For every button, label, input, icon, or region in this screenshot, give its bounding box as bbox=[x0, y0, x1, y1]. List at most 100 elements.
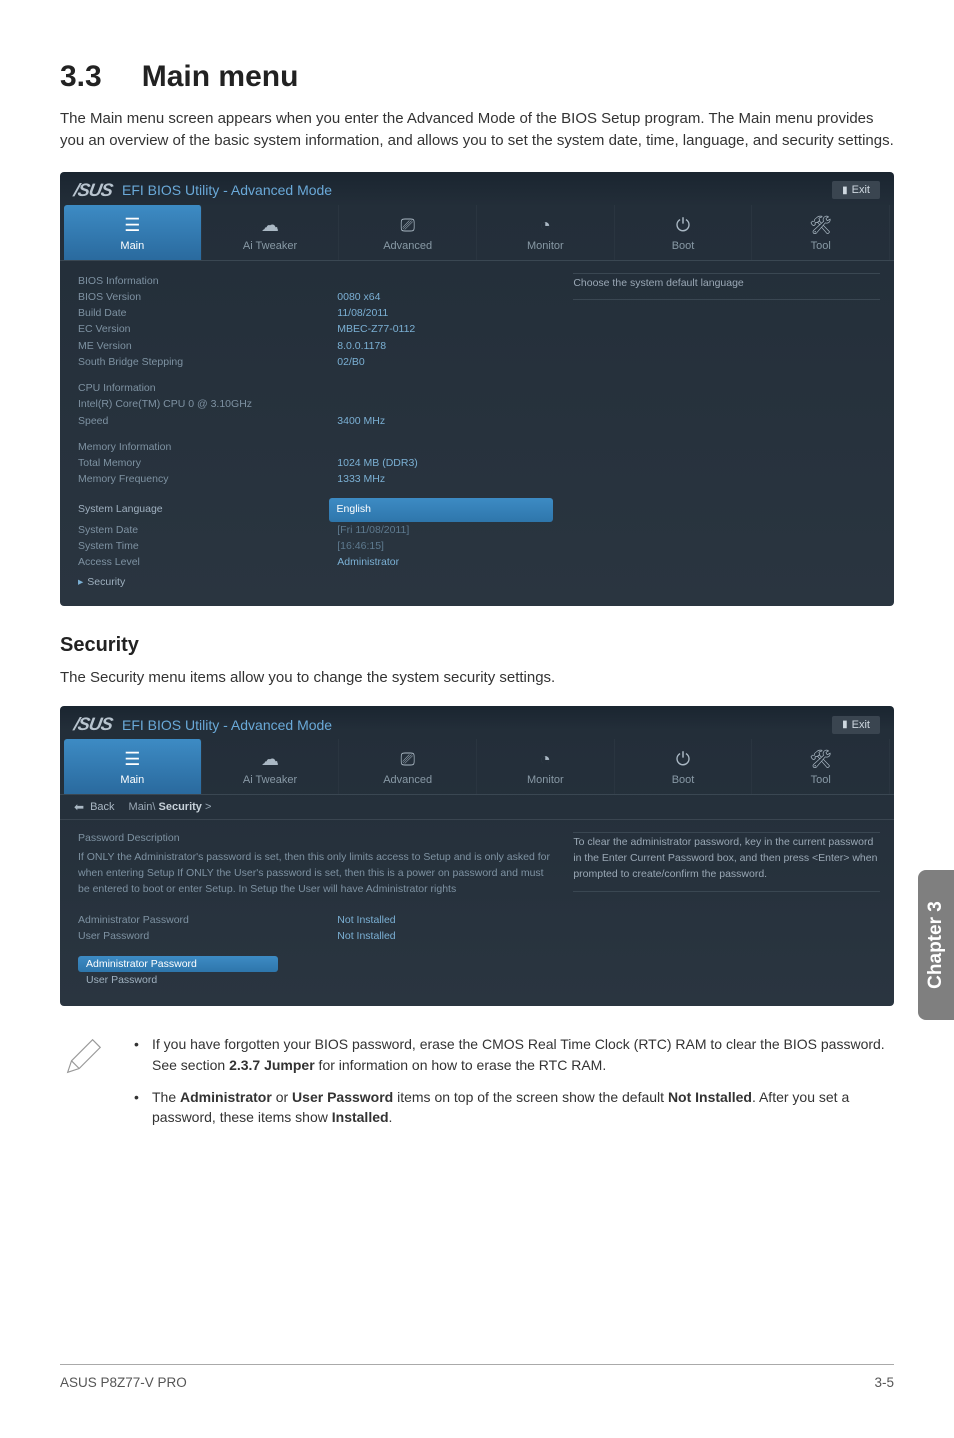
tab-tool[interactable]: 🛠Tool bbox=[752, 739, 890, 794]
bios-version-value: 0080 x64 bbox=[337, 289, 553, 305]
gauge-icon: ◔ bbox=[477, 749, 614, 770]
exit-button[interactable]: ▮ Exit bbox=[832, 181, 880, 199]
tab-label: Tool bbox=[811, 240, 831, 252]
admin-password-label: Administrator Password bbox=[78, 912, 337, 928]
tab-monitor[interactable]: ◔ Monitor bbox=[477, 739, 615, 794]
system-time-label: System Time bbox=[78, 538, 337, 554]
tab-label: Monitor bbox=[527, 774, 564, 786]
section-heading: 3.3 Main menu bbox=[60, 60, 894, 94]
tab-main[interactable]: ☰Main bbox=[64, 739, 202, 794]
total-memory-value: 1024 MB (DDR3) bbox=[337, 455, 553, 471]
note-item: If you have forgotten your BIOS password… bbox=[134, 1034, 894, 1075]
memory-info-group: Memory Information Total Memory1024 MB (… bbox=[78, 439, 553, 488]
page-footer: ASUS P8Z77-V PRO 3-5 bbox=[60, 1364, 894, 1390]
system-language-row[interactable]: System Language English bbox=[78, 498, 553, 522]
chevron-right-icon: ▸ bbox=[78, 576, 83, 588]
chip-icon: ⎚ bbox=[339, 215, 476, 236]
note-item: The Administrator or User Password items… bbox=[134, 1087, 894, 1128]
security-heading: Security bbox=[60, 634, 894, 657]
south-bridge-value: 02/B0 bbox=[337, 354, 553, 370]
crumb-arrow: > bbox=[202, 801, 211, 813]
build-date-value: 11/08/2011 bbox=[337, 305, 553, 321]
tab-label: Boot bbox=[672, 240, 695, 252]
admin-password-value: Not Installed bbox=[337, 912, 553, 928]
build-date-label: Build Date bbox=[78, 305, 337, 321]
memory-freq-label: Memory Frequency bbox=[78, 471, 337, 487]
memory-header: Memory Information bbox=[78, 439, 553, 455]
tab-advanced[interactable]: ⎚Advanced bbox=[339, 739, 477, 794]
tab-label: Ai Tweaker bbox=[243, 774, 297, 786]
note-bold: Installed bbox=[332, 1109, 389, 1125]
security-submenu[interactable]: ▸ Security bbox=[78, 576, 553, 588]
note-text: The bbox=[152, 1089, 180, 1105]
cloud-icon: ☁ bbox=[202, 749, 339, 770]
note-block: If you have forgotten your BIOS password… bbox=[60, 1034, 894, 1139]
cpu-info-group: CPU Information Intel(R) Core(TM) CPU 0 … bbox=[78, 380, 553, 429]
note-text: for information on how to erase the RTC … bbox=[315, 1057, 607, 1073]
note-text: or bbox=[272, 1089, 292, 1105]
bios-security-screenshot: /SUS EFI BIOS Utility - Advanced Mode ▮ … bbox=[60, 706, 894, 1006]
tab-ai-tweaker[interactable]: ☁Ai Tweaker bbox=[202, 205, 340, 260]
total-memory-label: Total Memory bbox=[78, 455, 337, 471]
note-bold: User Password bbox=[292, 1089, 393, 1105]
access-level-value: Administrator bbox=[337, 554, 553, 570]
crumb-root: Main\ bbox=[129, 801, 156, 813]
user-password-label: User Password bbox=[78, 928, 337, 944]
bios-tab-bar: ☰Main ☁ Ai Tweaker ⎚Advanced ◔ Monitor ⏻ Bo… bbox=[60, 739, 894, 795]
asus-logo: /SUS bbox=[72, 714, 114, 735]
user-password-button[interactable]: User Password bbox=[78, 972, 553, 988]
gauge-icon: ◔ bbox=[477, 215, 614, 236]
tab-tool[interactable]: 🛠 Tool bbox=[752, 205, 890, 260]
ec-version-label: EC Version bbox=[78, 321, 337, 337]
back-label[interactable]: Back bbox=[90, 801, 114, 813]
exit-button[interactable]: ▮ Exit bbox=[832, 716, 880, 734]
power-icon: ⏻ bbox=[615, 215, 752, 236]
tab-ai-tweaker[interactable]: ☁ Ai Tweaker bbox=[202, 739, 340, 794]
tab-boot[interactable]: ⏻ Boot bbox=[615, 739, 753, 794]
asus-logo: /SUS bbox=[72, 180, 114, 201]
exit-label: Exit bbox=[852, 719, 870, 731]
tab-monitor[interactable]: ◔Monitor bbox=[477, 205, 615, 260]
tab-main[interactable]: ☰Main bbox=[64, 205, 202, 260]
help-text: Choose the system default language bbox=[573, 273, 880, 301]
tab-label: Boot bbox=[672, 774, 695, 786]
system-date-value[interactable]: [Fri 11/08/2011] bbox=[337, 522, 553, 538]
chapter-side-tab: Chapter 3 bbox=[918, 870, 954, 1020]
tab-label: Ai Tweaker bbox=[243, 240, 297, 252]
bios-title: EFI BIOS Utility - Advanced Mode bbox=[122, 182, 832, 198]
system-time-value[interactable]: [16:46:15] bbox=[337, 538, 553, 554]
section-title: Main menu bbox=[142, 60, 299, 93]
bios-version-label: BIOS Version bbox=[78, 289, 337, 305]
note-text: . bbox=[389, 1109, 393, 1125]
tab-label: Advanced bbox=[383, 774, 432, 786]
password-description-body: If ONLY the Administrator's password is … bbox=[78, 850, 553, 897]
tab-label: Advanced bbox=[383, 240, 432, 252]
system-date-label: System Date bbox=[78, 522, 337, 538]
me-version-label: ME Version bbox=[78, 338, 337, 354]
tab-label: Tool bbox=[811, 774, 831, 786]
security-submenu-label: Security bbox=[87, 576, 125, 588]
exit-icon: ▮ bbox=[842, 719, 848, 730]
breadcrumb: ⬅ Back Main\ Security > bbox=[60, 795, 894, 820]
speed-label: Speed bbox=[78, 413, 337, 429]
bios-info-group: BIOS Information BIOS Version0080 x64 Bu… bbox=[78, 273, 553, 371]
me-version-value: 8.0.0.1178 bbox=[337, 338, 553, 354]
tool-icon: 🛠 bbox=[752, 215, 889, 236]
section-number: 3.3 bbox=[60, 60, 102, 93]
note-bold: Not Installed bbox=[668, 1089, 752, 1105]
admin-password-button[interactable]: Administrator Password bbox=[78, 956, 278, 972]
bios-title: EFI BIOS Utility - Advanced Mode bbox=[122, 717, 832, 733]
password-description-header: Password Description bbox=[78, 832, 553, 844]
list-icon: ☰ bbox=[64, 215, 201, 236]
note-pencil-icon bbox=[60, 1034, 106, 1080]
power-icon: ⏻ bbox=[615, 749, 752, 770]
user-password-value: Not Installed bbox=[337, 928, 553, 944]
exit-icon: ▮ bbox=[842, 185, 848, 196]
back-arrow-icon[interactable]: ⬅ bbox=[74, 800, 84, 814]
crumb-path: Main\ Security > bbox=[129, 801, 212, 813]
tab-boot[interactable]: ⏻ Boot bbox=[615, 205, 753, 260]
cpu-info-header: CPU Information bbox=[78, 380, 553, 396]
tab-advanced[interactable]: ⎚ Advanced bbox=[339, 205, 477, 260]
cpu-name: Intel(R) Core(TM) CPU 0 @ 3.10GHz bbox=[78, 396, 553, 412]
chapter-label: Chapter 3 bbox=[925, 901, 947, 989]
